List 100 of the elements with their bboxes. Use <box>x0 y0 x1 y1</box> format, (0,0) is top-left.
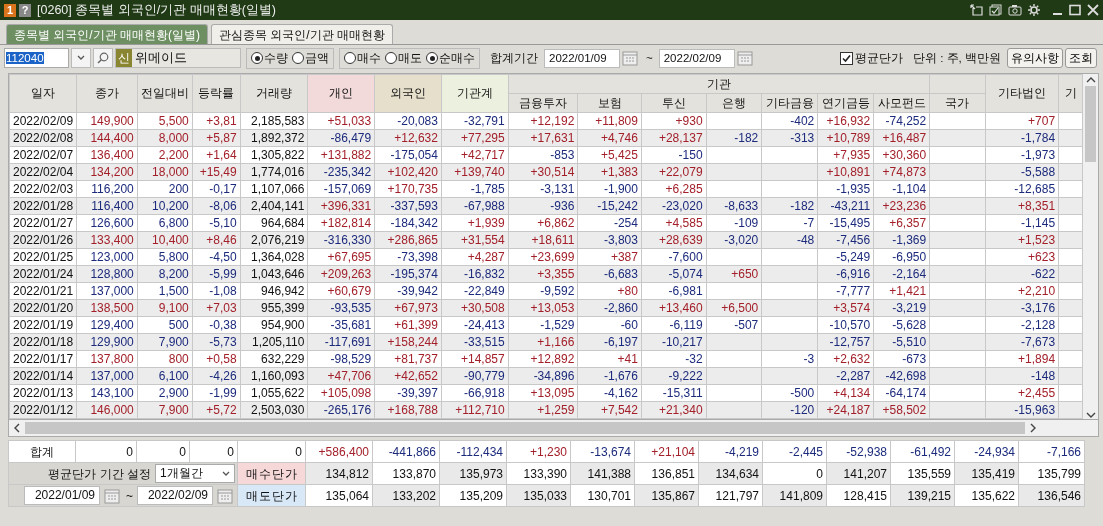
table-cell: 137,000 <box>76 282 138 300</box>
table-cell: 5,500 <box>137 112 193 130</box>
table-cell: -4,219 <box>698 440 763 463</box>
table-cell: 2022/02/07 <box>9 146 77 164</box>
tab[interactable]: 관심종목 외국인/기관 매매현황 <box>211 24 393 44</box>
table-cell: -1,973 <box>985 146 1059 164</box>
table-cell: -5,628 <box>873 316 930 334</box>
table-cell: +42,717 <box>441 146 509 164</box>
checklist-icon[interactable] <box>989 4 1002 16</box>
table-cell: -32 <box>641 350 707 368</box>
table-cell: +12,192 <box>508 112 578 130</box>
radio-icon[interactable] <box>292 52 304 64</box>
chevron-icon <box>77 55 85 61</box>
scroll-thumb[interactable] <box>25 422 1025 434</box>
table-cell: +105,098 <box>307 384 375 402</box>
table-cell: 116,200 <box>76 180 138 198</box>
table-cell: -3 <box>761 350 818 368</box>
table-cell: +586,400 <box>305 440 373 463</box>
horizontal-scrollbar[interactable] <box>8 419 1099 437</box>
table-cell: -24,413 <box>441 316 509 334</box>
table-cell: +7,935 <box>817 146 874 164</box>
scroll-right-icon[interactable] <box>1029 423 1037 433</box>
table-cell: -109 <box>706 214 762 232</box>
date-field[interactable]: 2022/01/09 <box>24 486 100 505</box>
table-cell: -10,570 <box>817 316 874 334</box>
popout-icon[interactable] <box>970 4 983 16</box>
table-cell: -4,162 <box>577 384 642 402</box>
new-badge: 신 <box>116 49 132 67</box>
scroll-left-icon[interactable] <box>13 423 21 433</box>
table-cell: -64,174 <box>873 384 930 402</box>
table-cell: -5,10 <box>192 214 241 232</box>
date-field[interactable]: 2022/02/09 <box>658 48 735 68</box>
table-cell: 0 <box>75 440 137 463</box>
table-cell: -9,592 <box>508 282 578 300</box>
scroll-thumb[interactable] <box>1085 86 1097 162</box>
check-icon <box>841 52 852 64</box>
table-cell: +16,932 <box>817 112 874 130</box>
table-cell: 800 <box>137 350 193 368</box>
date-field[interactable]: 2022/01/09 <box>544 48 620 68</box>
table-cell: +2,210 <box>985 282 1059 300</box>
table-cell: -673 <box>873 350 930 368</box>
radio-option[interactable]: 금액 <box>292 50 329 66</box>
table-cell: -52,938 <box>826 440 891 463</box>
table-cell: +6,285 <box>641 180 707 198</box>
help-badge[interactable]: ? <box>19 3 31 17</box>
radio-option[interactable]: 매도 <box>385 50 422 66</box>
setting-label: 평균단가 기간 설정 <box>48 465 151 482</box>
table-cell: +5,425 <box>577 146 642 164</box>
search-button[interactable] <box>93 48 113 68</box>
table-cell: -1,785 <box>441 180 509 198</box>
table-cell: 2,200 <box>137 146 193 164</box>
table-cell: -150 <box>641 146 707 164</box>
toolbar-button[interactable]: 조회 <box>1065 48 1097 68</box>
radio-option[interactable]: 순매수 <box>426 50 475 66</box>
table-cell: 129,400 <box>76 316 138 334</box>
table-cell: -184,342 <box>374 214 442 232</box>
maximize-icon[interactable] <box>1069 4 1081 16</box>
table-cell: +6,862 <box>508 214 578 232</box>
table-cell: -7 <box>761 214 818 232</box>
radio-option[interactable]: 매수 <box>344 50 381 66</box>
vertical-scrollbar[interactable] <box>1083 74 1098 419</box>
period-label: 합계기간 <box>490 50 538 66</box>
avg-price-checkbox[interactable]: 평균단가 <box>840 50 903 66</box>
column-header: 기타법인 <box>985 74 1059 113</box>
table-cell: 126,600 <box>76 214 138 232</box>
close-icon[interactable] <box>1087 4 1099 16</box>
radio-icon[interactable] <box>344 52 356 64</box>
table-cell: 1,107,066 <box>240 180 308 198</box>
table-cell: +61,399 <box>374 316 442 334</box>
table-cell: +3,81 <box>192 112 241 130</box>
tab[interactable]: 종목별 외국인/기관 매매현황(일별) <box>6 24 208 44</box>
code-field[interactable]: 112040 <box>4 48 69 68</box>
table-cell: -7,600 <box>641 248 707 266</box>
toolbar-button[interactable]: 유의사항 <box>1007 48 1063 68</box>
radio-icon[interactable] <box>251 52 263 64</box>
table-cell: 2022/01/25 <box>9 248 77 266</box>
table-cell: +2,632 <box>817 350 874 368</box>
period-select[interactable]: 1개월간 <box>155 464 235 483</box>
camera-icon[interactable] <box>1008 4 1022 16</box>
table-cell: -66,918 <box>441 384 509 402</box>
table-cell: 2022/01/19 <box>9 316 77 334</box>
scroll-down-icon[interactable] <box>1085 411 1096 419</box>
table-cell: 2022/02/09 <box>9 112 77 130</box>
table-cell: 137,800 <box>76 350 138 368</box>
scroll-up-icon[interactable] <box>1085 76 1096 84</box>
table-cell: -35,681 <box>307 316 375 334</box>
table-cell: 964,684 <box>240 214 308 232</box>
table-cell: +4,585 <box>641 214 707 232</box>
table-cell: 1,364,028 <box>240 248 308 266</box>
table-cell: 6,800 <box>137 214 193 232</box>
table-cell: +1,939 <box>441 214 509 232</box>
table-cell: +707 <box>985 112 1059 130</box>
radio-option[interactable]: 수량 <box>251 50 288 66</box>
table-cell: 123,000 <box>76 248 138 266</box>
settings-icon[interactable] <box>1028 4 1040 16</box>
date-field[interactable]: 2022/02/09 <box>137 486 213 505</box>
radio-icon[interactable] <box>385 52 397 64</box>
table-cell: +2,455 <box>985 384 1059 402</box>
radio-icon[interactable] <box>426 52 438 64</box>
table-cell: +12,892 <box>508 350 578 368</box>
